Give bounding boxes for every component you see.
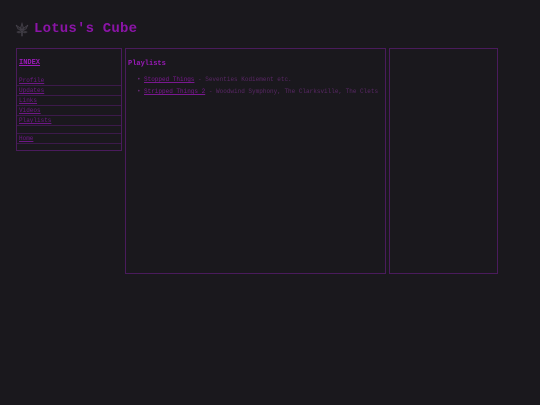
- nav-item-home[interactable]: Home: [17, 135, 121, 144]
- list-item: • Stripped Things 2 - Woodwind Symphony,…: [136, 88, 381, 96]
- site-header: Lotus's Cube: [13, 18, 137, 40]
- nav-item-updates[interactable]: Updates: [17, 87, 121, 96]
- sidebar-panel: INDEX Profile Updates Links Videos Playl…: [16, 48, 122, 151]
- nav-list: Profile Updates Links Videos Playlists H…: [17, 77, 121, 144]
- nav-item-links[interactable]: Links: [17, 97, 121, 106]
- nav-divider: [17, 127, 121, 134]
- page: Lotus's Cube INDEX Profile Updates Links…: [0, 0, 540, 405]
- playlist-link-1[interactable]: Stopped Things: [144, 76, 194, 83]
- bullet-icon: •: [137, 76, 141, 83]
- site-title: Lotus's Cube: [34, 21, 138, 37]
- playlist-link-2[interactable]: Stripped Things 2: [144, 88, 205, 95]
- nav-item-videos[interactable]: Videos: [17, 107, 121, 116]
- sidebar-heading: INDEX: [19, 59, 41, 67]
- nav-item-profile[interactable]: Profile: [17, 77, 121, 86]
- bullet-icon: •: [137, 88, 141, 95]
- lotus-flower-icon: [13, 20, 31, 38]
- list-item: • Stopped Things - Seventies Kodiement e…: [136, 76, 381, 84]
- playlist-description-2: Woodwind Symphony, The Clarksville, The …: [216, 88, 379, 95]
- nav-item-playlists[interactable]: Playlists: [17, 117, 121, 126]
- right-panel: [389, 48, 498, 274]
- playlist-list: • Stopped Things - Seventies Kodiement e…: [126, 76, 385, 96]
- main-panel: Playlists • Stopped Things - Seventies K…: [125, 48, 386, 274]
- separator: -: [208, 88, 217, 95]
- page-title: Playlists: [128, 60, 166, 68]
- playlist-description-1: Seventies Kodiement etc.: [205, 76, 292, 83]
